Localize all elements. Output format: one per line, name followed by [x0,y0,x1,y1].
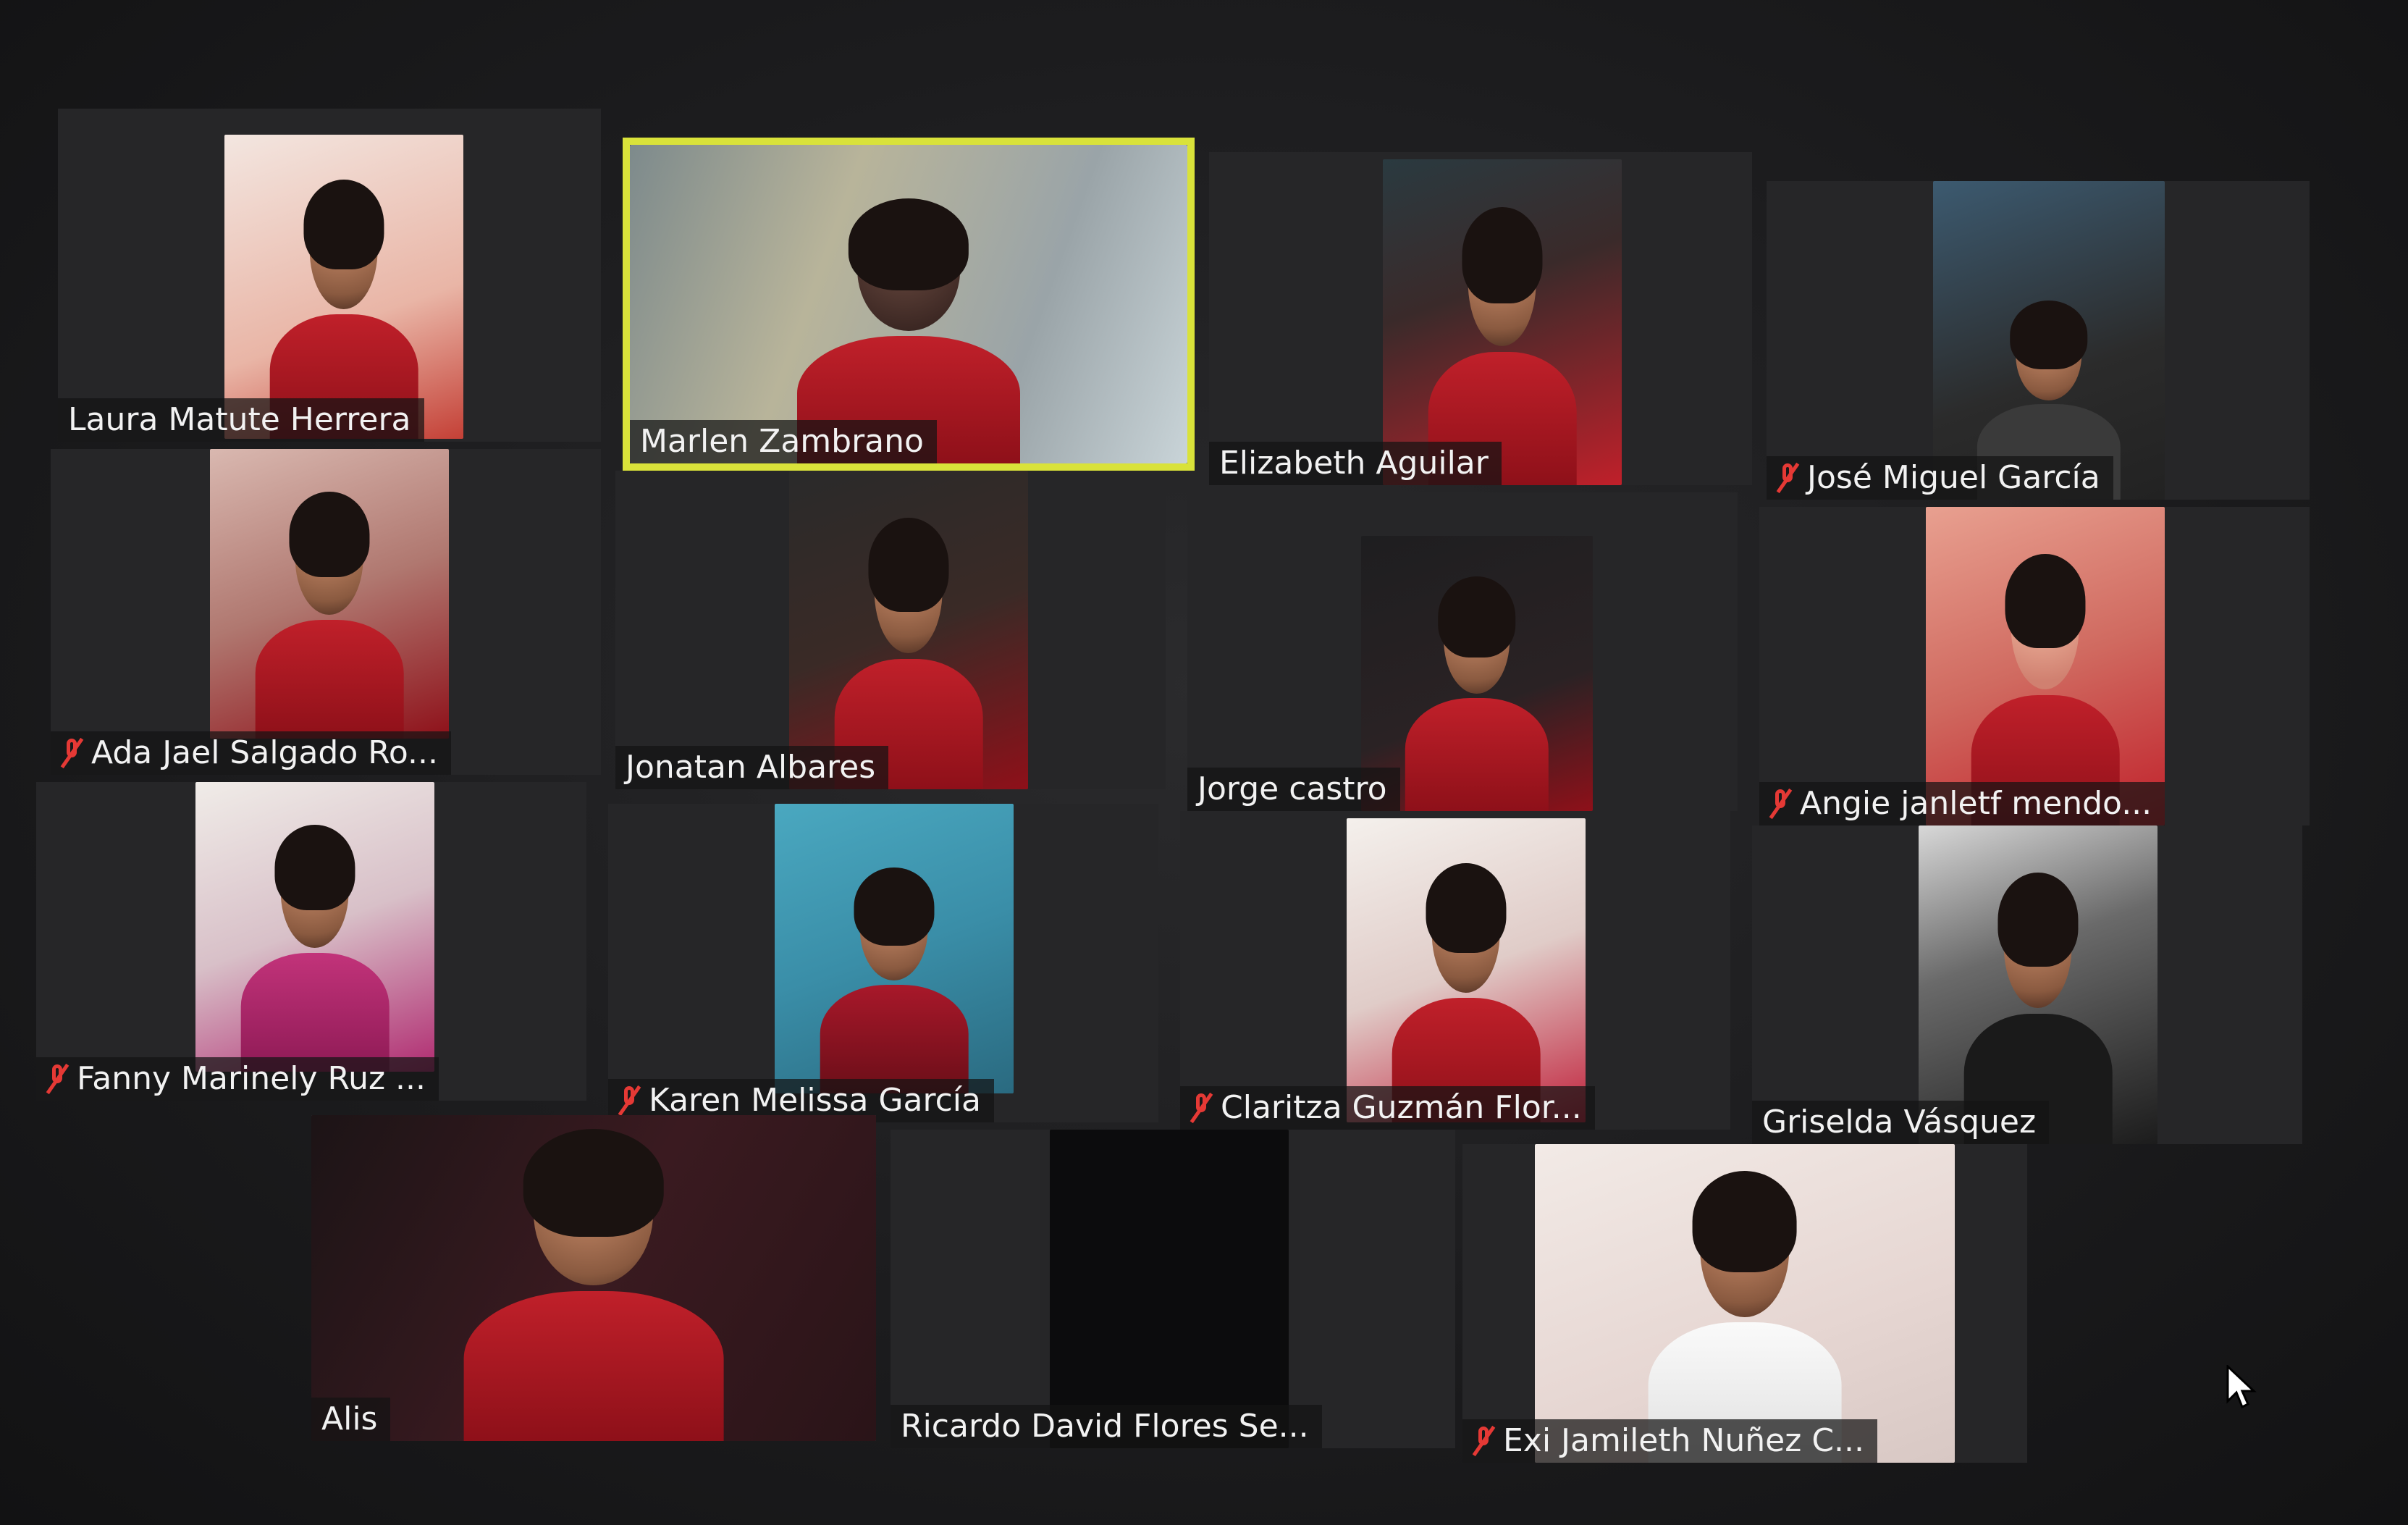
participant-video [1535,1144,1955,1463]
participant-tile-elizabeth[interactable]: Elizabeth Aguilar [1209,152,1752,485]
participant-tile-griselda[interactable]: Griselda Vásquez [1752,825,2302,1144]
gallery-grid: Laura Matute Herrera Marlen Zambrano Eli… [36,109,2310,1470]
participant-name-tag: Griselda Vásquez [1752,1101,2050,1144]
participant-name: Fanny Marinely Ruz ... [77,1060,426,1097]
participant-tile-fanny[interactable]: Fanny Marinely Ruz ... [36,782,586,1101]
participant-tile-alis[interactable]: Alis [311,1115,876,1441]
mic-muted-icon [1472,1425,1496,1457]
participant-name-tag: Ricardo David Flores Se... [891,1405,1322,1448]
participant-name: Ricardo David Flores Se... [901,1408,1309,1445]
participant-name: Jorge castro [1197,770,1387,807]
mic-muted-icon [1190,1092,1213,1124]
participant-tile-jonatan[interactable]: Jonatan Albares [615,471,1166,789]
mic-muted-icon [1776,462,1800,494]
participant-name-tag: Elizabeth Aguilar [1209,442,1502,485]
participant-video [775,804,1014,1093]
participant-video [1919,825,2157,1144]
participant-name-tag: José Miguel García [1767,456,2113,500]
participant-name-tag: Exi Jamileth Nuñez C... [1462,1419,1878,1463]
participant-video [1933,181,2165,500]
participant-video [195,782,434,1072]
participant-name-tag: Angie janletf mendo... [1759,782,2165,825]
participant-tile-angie[interactable]: Angie janletf mendo... [1759,507,2310,825]
participant-name-tag: Ada Jael Salgado Ro... [51,731,451,775]
participant-video [789,471,1028,789]
participant-video [210,449,449,739]
participant-tile-jose[interactable]: José Miguel García [1767,181,2310,500]
participant-name: José Miguel García [1807,459,2100,496]
participant-tile-karen[interactable]: Karen Melissa García [608,804,1158,1122]
participant-name: Griselda Vásquez [1762,1104,2037,1140]
participant-name-tag: Jorge castro [1187,768,1400,811]
participant-tile-laura[interactable]: Laura Matute Herrera [58,109,601,442]
participant-tile-exi[interactable]: Exi Jamileth Nuñez C... [1462,1144,2027,1463]
participant-video [1347,818,1586,1122]
mic-muted-icon [1769,788,1793,820]
mic-muted-icon [46,1063,70,1095]
participant-video-off [1050,1130,1289,1448]
participant-name-tag: Fanny Marinely Ruz ... [36,1057,439,1101]
participant-tile-jorge[interactable]: Jorge castro [1187,492,1738,811]
mic-muted-icon [618,1085,641,1117]
participant-name: Claritza Guzmán Flor... [1221,1089,1582,1126]
participant-video [311,1115,876,1441]
participant-video [630,145,1187,463]
participant-name: Laura Matute Herrera [68,401,411,438]
participant-tile-ricardo[interactable]: Ricardo David Flores Se... [891,1130,1455,1448]
participant-name: Jonatan Albares [626,749,876,786]
mouse-pointer-icon [2226,1365,2257,1409]
participant-video [1926,507,2165,825]
participant-video [1383,159,1622,485]
participant-name-tag: Marlen Zambrano [630,420,937,463]
participant-name-tag: Jonatan Albares [615,746,889,789]
participant-name-tag: Laura Matute Herrera [58,398,424,442]
participant-tile-claritza[interactable]: Claritza Guzmán Flor... [1180,811,1730,1130]
participant-video [224,135,463,439]
participant-tile-ada[interactable]: Ada Jael Salgado Ro... [51,449,601,775]
participant-name: Angie janletf mendo... [1800,785,2152,822]
participant-name: Exi Jamileth Nuñez C... [1503,1422,1865,1459]
participant-name: Alis [321,1400,378,1437]
participant-name: Marlen Zambrano [640,423,924,460]
participant-tile-marlen[interactable]: Marlen Zambrano [623,138,1195,471]
participant-name-tag: Alis [311,1398,391,1441]
participant-name: Ada Jael Salgado Ro... [91,734,438,771]
mic-muted-icon [60,737,84,769]
participant-name: Elizabeth Aguilar [1219,445,1489,482]
participant-name-tag: Claritza Guzmán Flor... [1180,1086,1595,1130]
